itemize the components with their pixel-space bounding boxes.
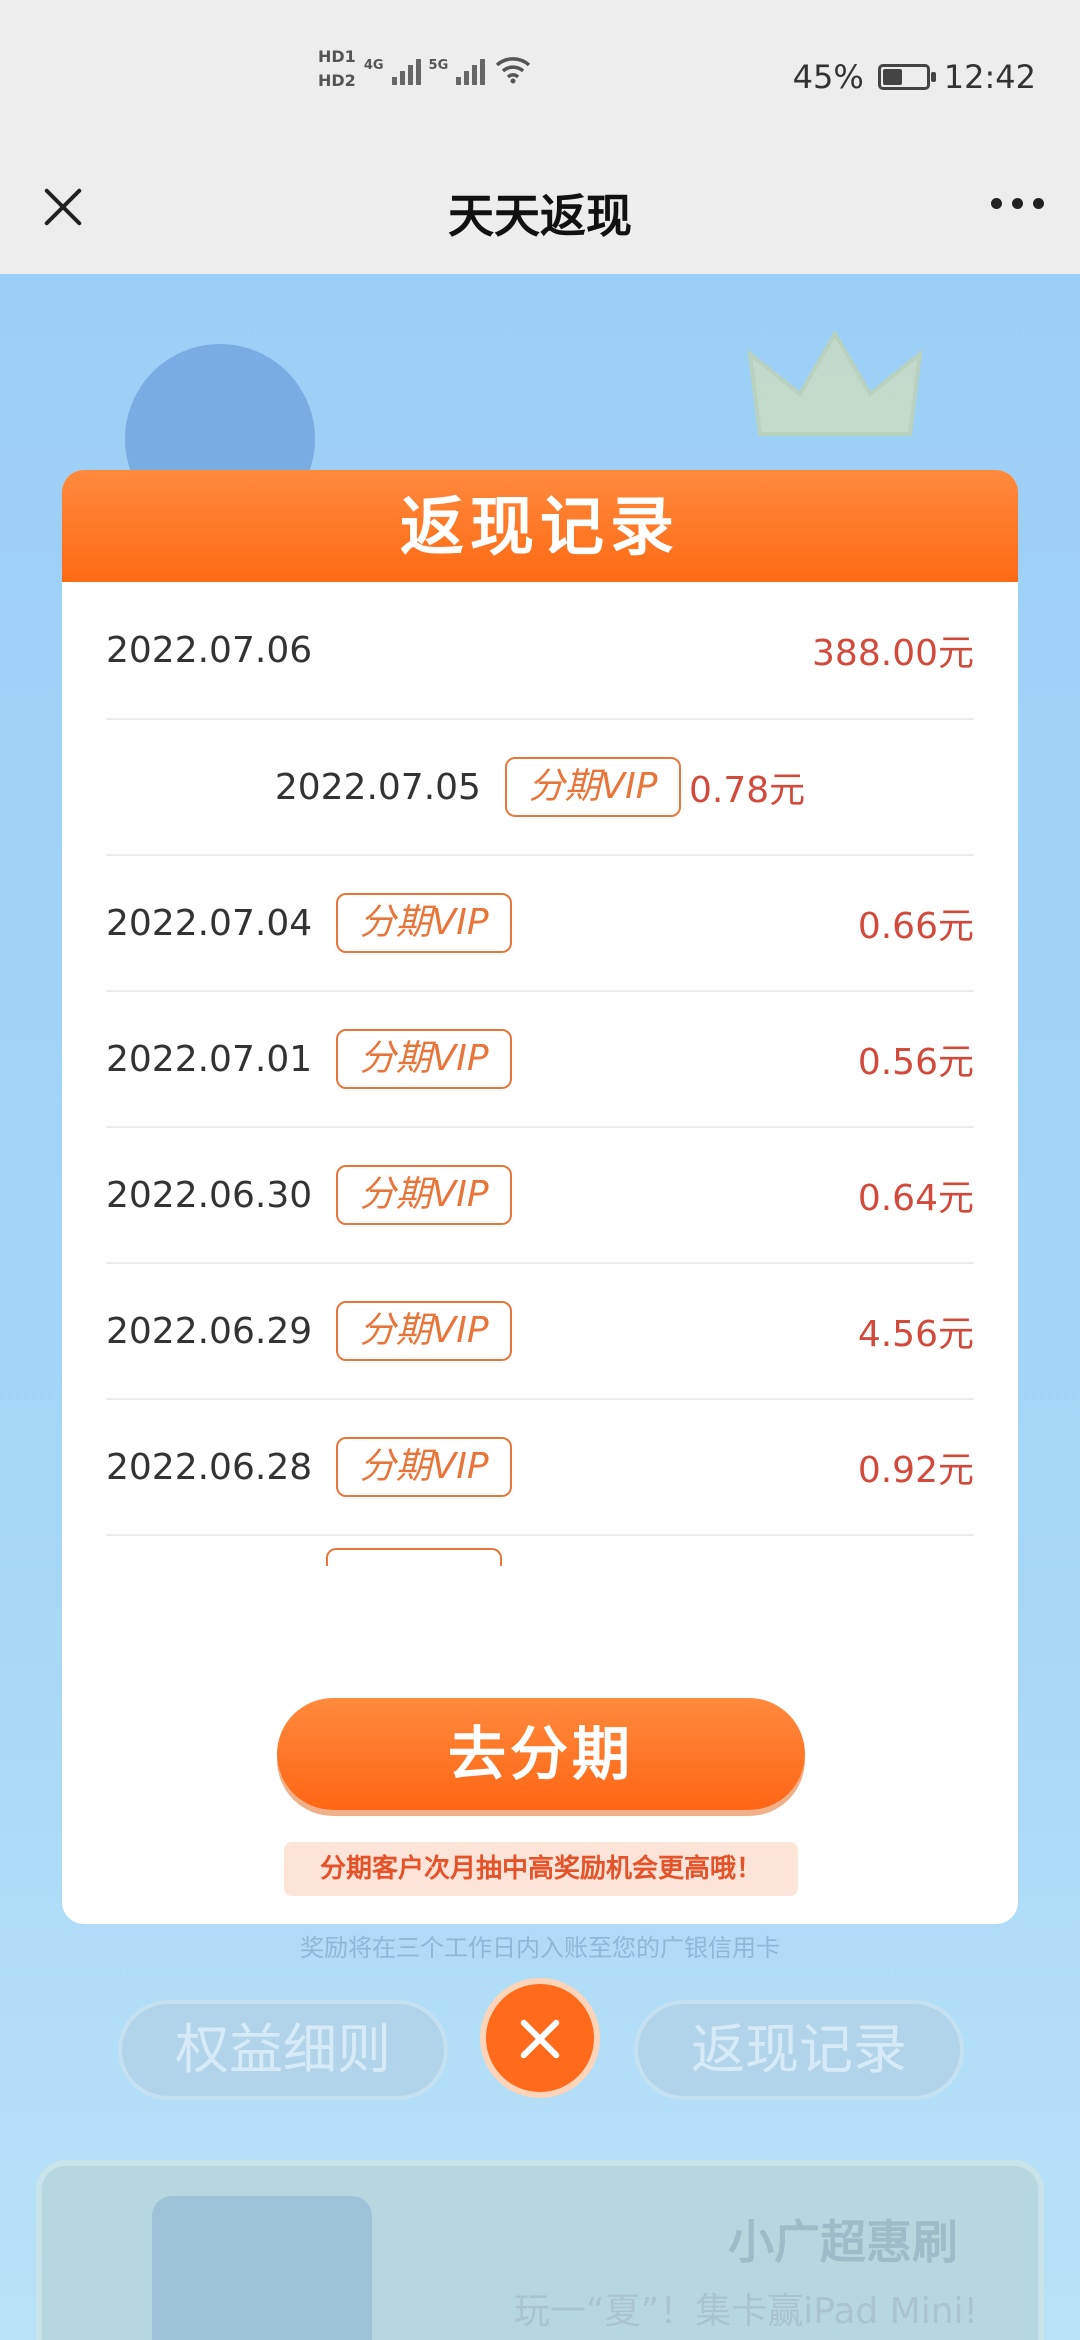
- hd-indicators: HD1 HD2: [318, 48, 356, 90]
- vip-badge: 分期VIP: [336, 1301, 513, 1361]
- tab-rules: 权益细则: [118, 2000, 448, 2100]
- net2-label: 5G: [428, 58, 449, 73]
- records-list[interactable]: 2022.07.06 388.00元 2022.07.05 分期VIP 0.78…: [106, 582, 974, 1644]
- signal-bars-2-icon: [456, 53, 486, 85]
- record-amount: 0.56元: [857, 1042, 974, 1083]
- vip-badge: 分期VIP: [336, 893, 513, 953]
- hd2-label: HD2: [318, 71, 356, 90]
- promo-subtitle: 玩一“夏”！集卡赢iPad Mini!: [513, 2291, 978, 2332]
- battery-level: [882, 69, 902, 85]
- record-row-partial: [106, 1536, 974, 1576]
- vip-badge: 分期VIP: [336, 1165, 513, 1225]
- battery-icon: [877, 64, 936, 90]
- record-date: 2022.07.05: [274, 766, 481, 808]
- bg-note: 奖励将在三个工作日内入账至您的广银信用卡: [300, 1934, 780, 1962]
- vip-badge: 分期VIP: [336, 1029, 513, 1089]
- wifi-icon: [496, 57, 531, 84]
- record-row: 2022.06.29 分期VIP 4.56元: [106, 1264, 974, 1400]
- modal-title: 返现记录: [400, 491, 680, 565]
- signal-group: HD1 HD2 4G 5G: [318, 48, 533, 90]
- status-right: 45% 12:42: [793, 58, 1036, 96]
- record-amount: 0.64元: [857, 1178, 974, 1219]
- record-row: 2022.06.30 分期VIP 0.64元: [106, 1128, 974, 1264]
- go-installment-button[interactable]: 去分期: [277, 1698, 805, 1810]
- record-date: 2022.07.04: [106, 902, 313, 944]
- promo-title: 小广超惠刷: [728, 2215, 958, 2269]
- promo-hint: 分期客户次月抽中高奖励机会更高哦！: [284, 1842, 798, 1896]
- vip-badge: 分期VIP: [336, 1437, 513, 1497]
- record-amount: 0.78元: [688, 770, 806, 811]
- hd1-label: HD1: [318, 47, 356, 66]
- more-icon[interactable]: [991, 198, 1044, 209]
- crown-icon: [747, 330, 923, 436]
- vip-badge-partial: [326, 1548, 502, 1566]
- title-bar: 天天返现: [0, 150, 1080, 274]
- net1-label: 4G: [363, 58, 384, 73]
- record-row: 2022.07.05 分期VIP 0.78元: [106, 720, 974, 856]
- battery-percent: 45%: [792, 58, 864, 96]
- cashback-records-modal: 返现记录 2022.07.06 388.00元 2022.07.05 分期VIP…: [62, 470, 1018, 1924]
- modal-header: 返现记录: [62, 470, 1018, 582]
- vip-badge: 分期VIP: [504, 757, 681, 817]
- record-row: 2022.07.06 388.00元: [106, 582, 974, 720]
- status-bar: HD1 HD2 4G 5G 45% 12:42: [0, 0, 1080, 150]
- promo-card: 小广超惠刷 玩一“夏”！集卡赢iPad Mini!: [36, 2160, 1044, 2340]
- record-row: 2022.07.01 分期VIP 0.56元: [106, 992, 974, 1128]
- record-row: 2022.06.28 分期VIP 0.92元: [106, 1400, 974, 1536]
- record-amount: 4.56元: [857, 1314, 974, 1355]
- record-amount: 0.92元: [857, 1450, 974, 1491]
- close-modal-icon[interactable]: [480, 1978, 600, 2098]
- promo-illustration: [152, 2196, 372, 2340]
- record-date: 2022.06.28: [106, 1446, 313, 1488]
- clock: 12:42: [943, 58, 1036, 96]
- record-amount: 0.66元: [857, 906, 974, 947]
- tab-records: 返现记录: [634, 2000, 964, 2100]
- record-date: 2022.07.06: [106, 629, 313, 671]
- record-amount: 388.00元: [812, 633, 974, 674]
- record-row: 2022.07.04 分期VIP 0.66元: [106, 856, 974, 992]
- record-date: 2022.06.29: [106, 1310, 313, 1352]
- signal-bars-icon: [391, 53, 421, 85]
- record-date: 2022.06.30: [106, 1174, 313, 1216]
- record-date: 2022.07.01: [106, 1038, 313, 1080]
- page-title: 天天返现: [448, 189, 632, 243]
